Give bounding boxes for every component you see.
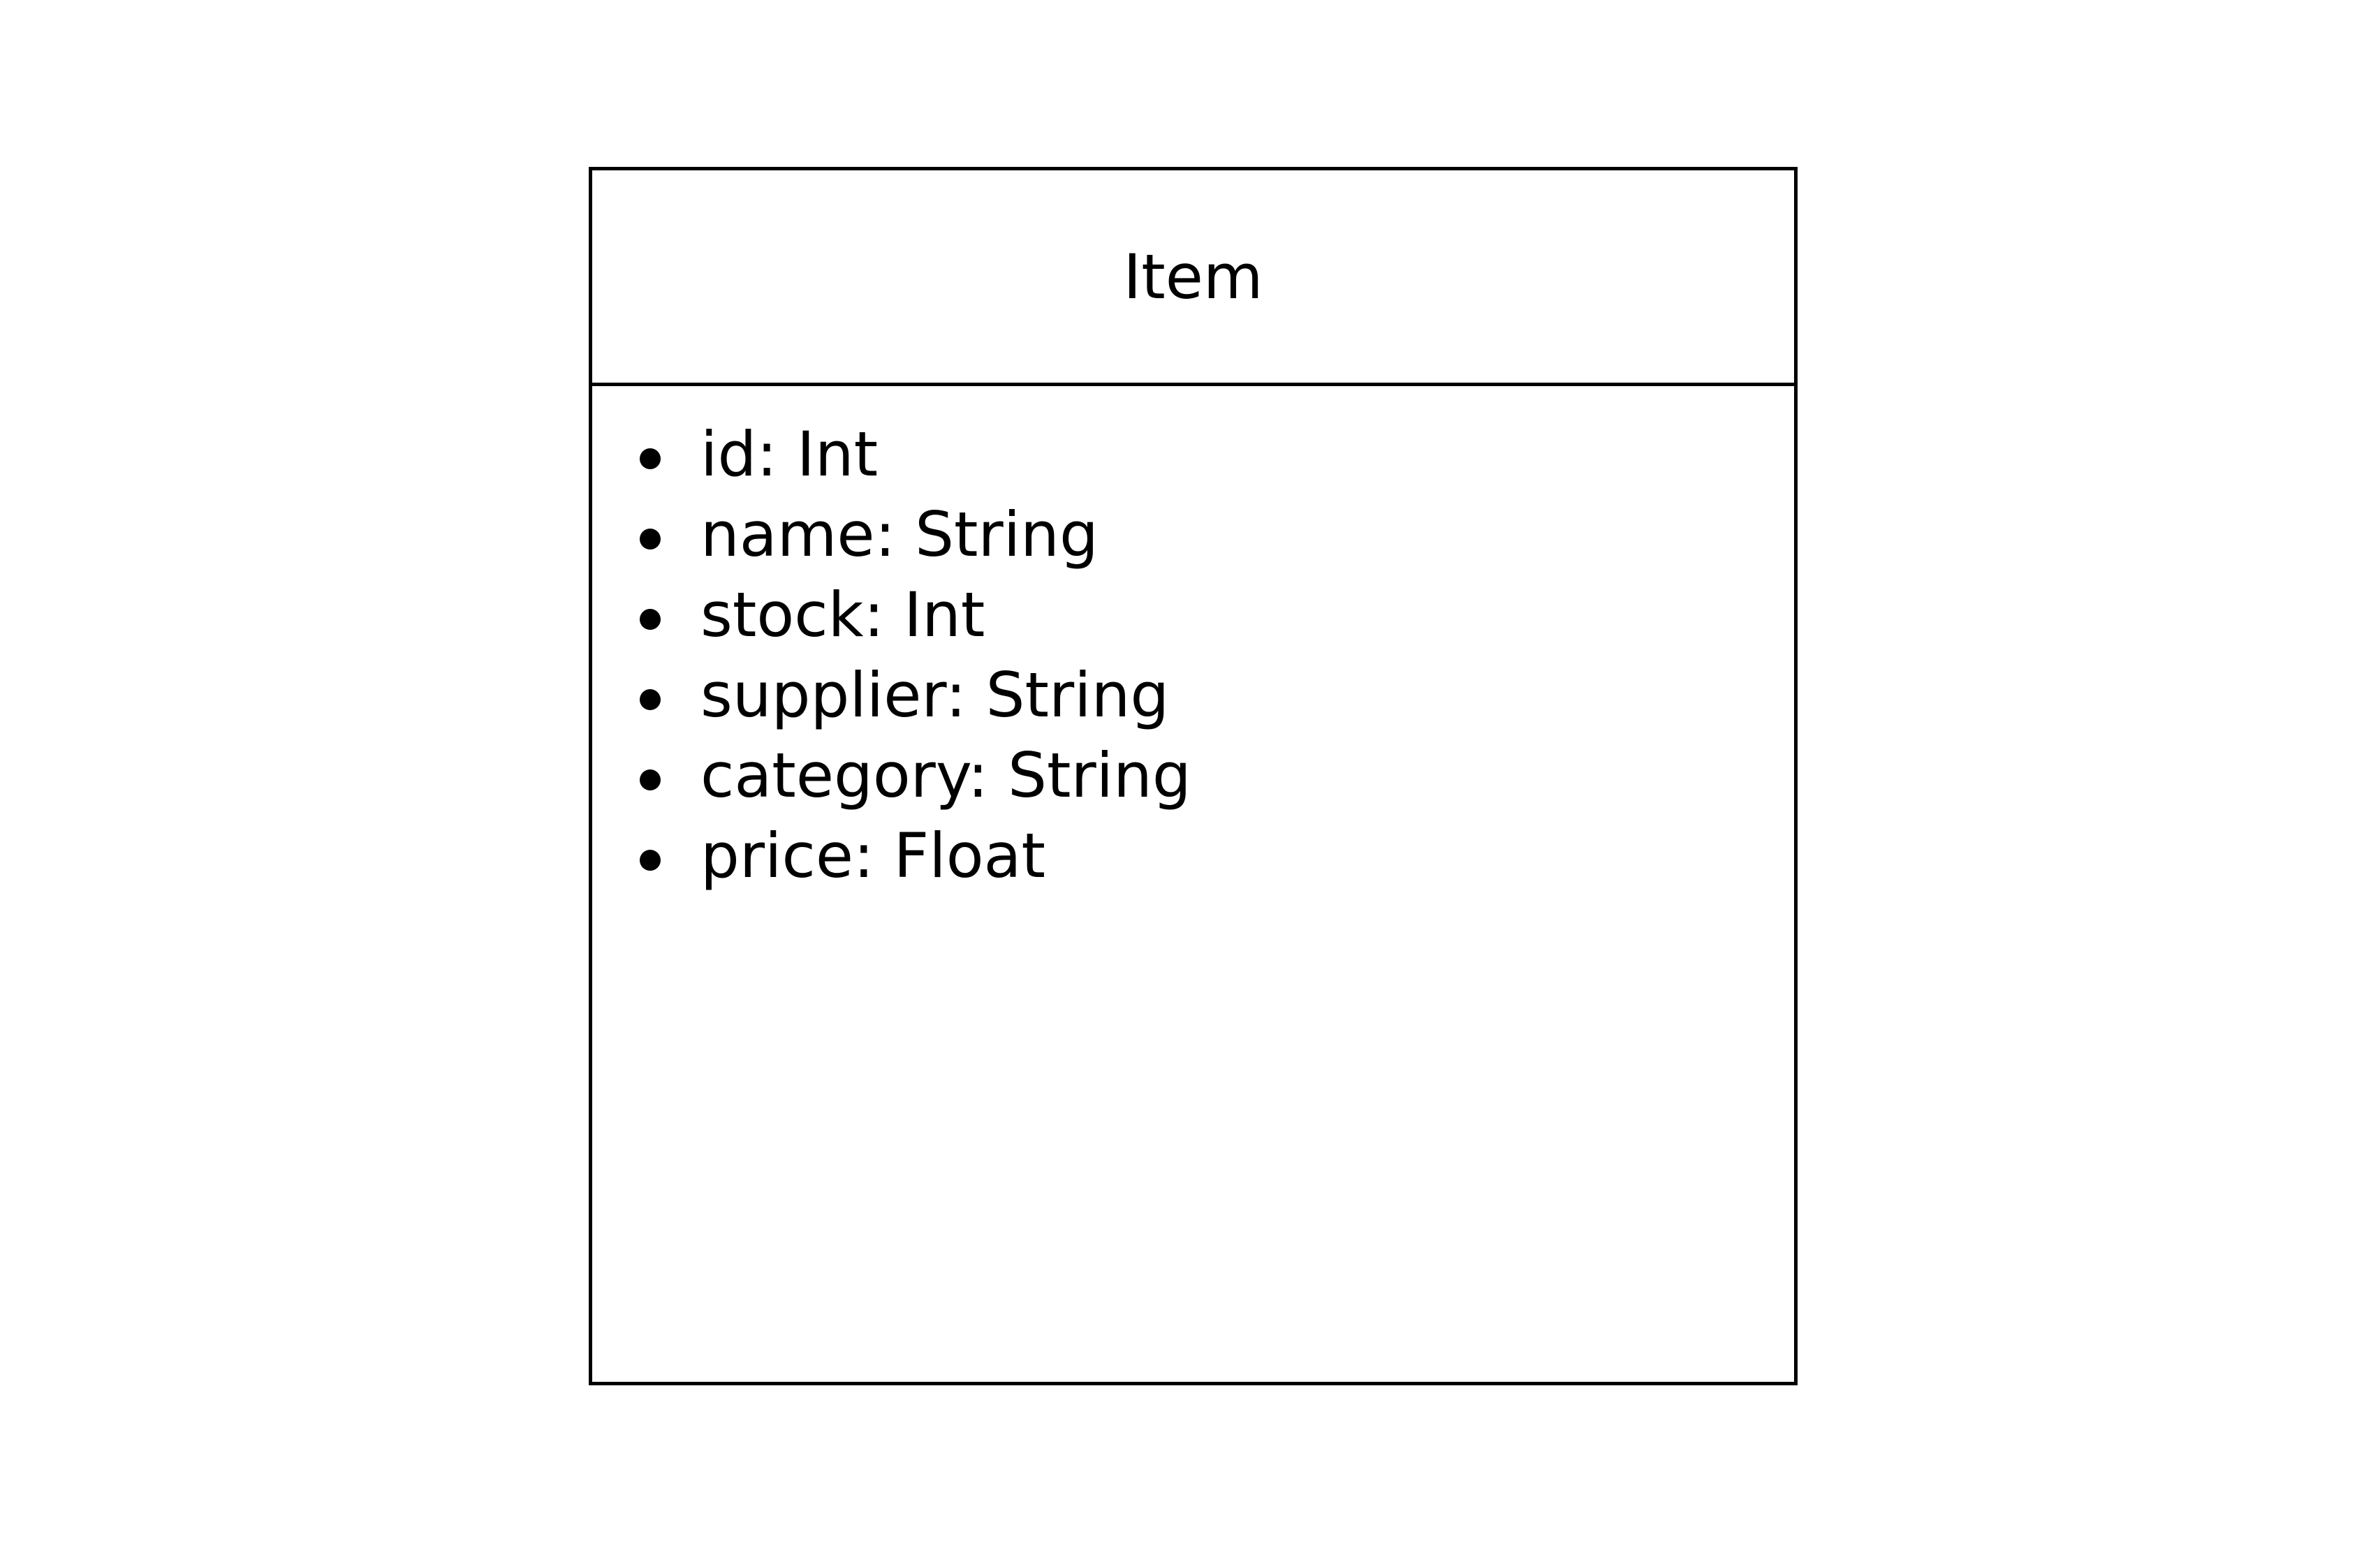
attribute-text: supplier: String — [700, 658, 1170, 731]
attribute-text: name: String — [700, 498, 1099, 570]
attribute-item: stock: Int — [592, 575, 1794, 655]
attribute-text: price: Float — [700, 819, 1045, 892]
attribute-text: category: String — [700, 739, 1191, 811]
bullet-icon — [640, 528, 661, 550]
class-attributes-section: id: Int name: String stock: Int supplier… — [592, 386, 1794, 896]
bullet-icon — [640, 608, 661, 630]
attribute-item: supplier: String — [592, 655, 1794, 735]
attribute-item: price: Float — [592, 816, 1794, 896]
attribute-item: name: String — [592, 494, 1794, 575]
attribute-text: stock: Int — [700, 578, 985, 651]
uml-class-box: Item id: Int name: String stock: Int sup… — [589, 167, 1798, 1385]
attribute-item: id: Int — [592, 414, 1794, 494]
bullet-icon — [640, 688, 661, 710]
attribute-item: category: String — [592, 735, 1794, 816]
bullet-icon — [640, 769, 661, 790]
bullet-icon — [640, 849, 661, 871]
attribute-text: id: Int — [700, 418, 879, 490]
attribute-list: id: Int name: String stock: Int supplier… — [592, 414, 1794, 896]
bullet-icon — [640, 448, 661, 469]
class-name: Item — [1123, 241, 1263, 313]
class-header: Item — [592, 170, 1794, 386]
